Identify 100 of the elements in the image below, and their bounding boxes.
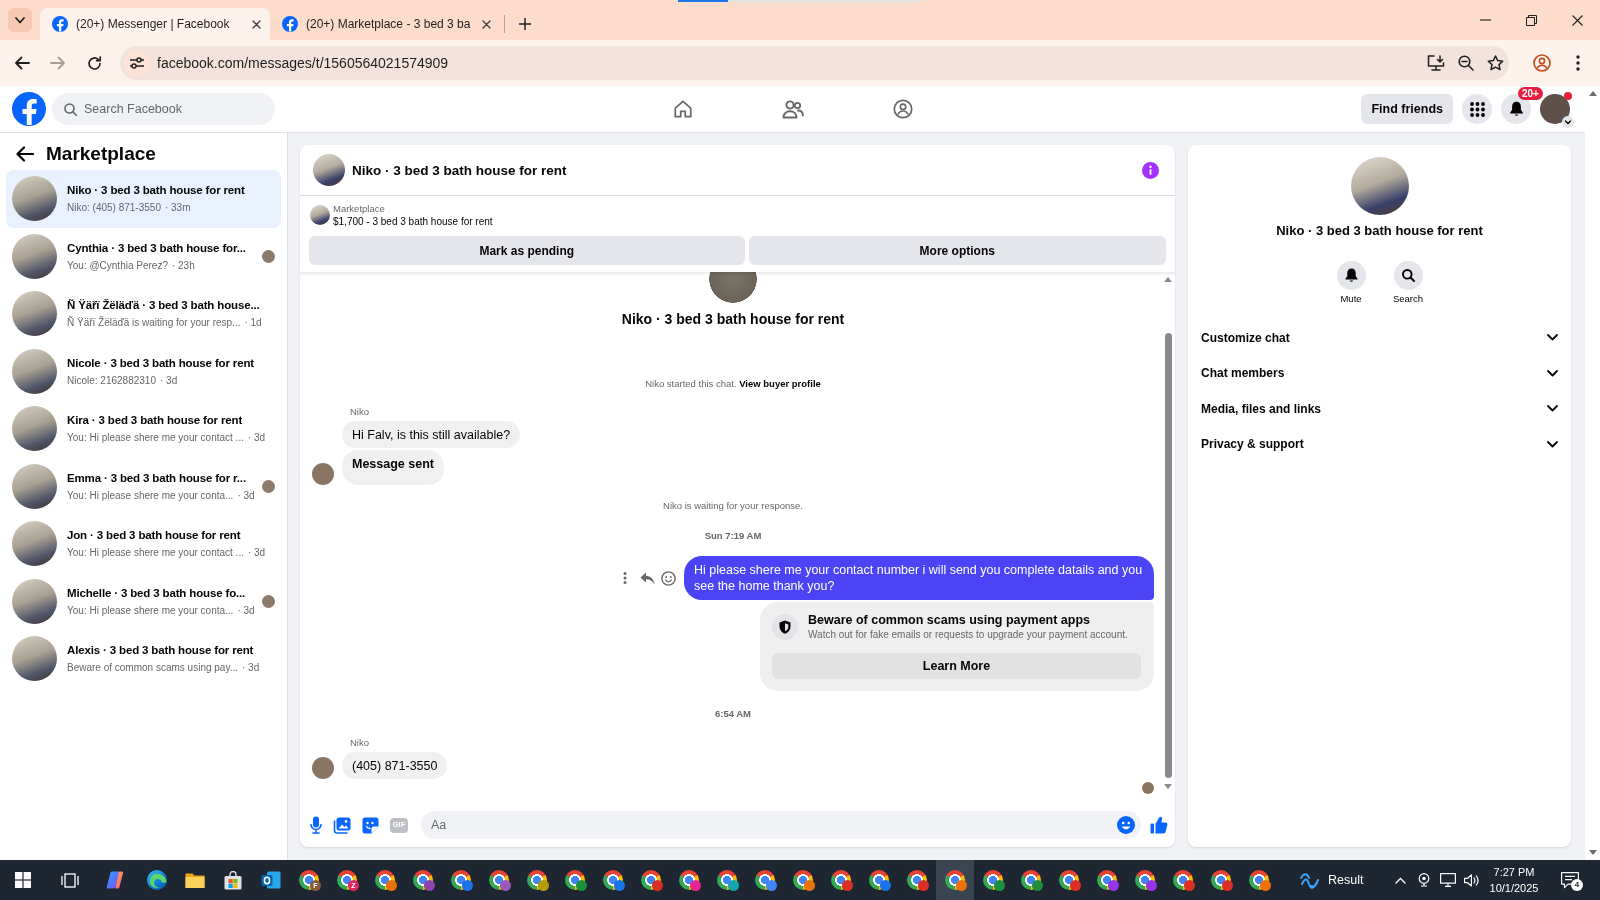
- message-preview: Nicole: 2162882310: [67, 373, 156, 387]
- menu-button[interactable]: [1462, 94, 1492, 124]
- scroll-up-icon[interactable]: [1588, 91, 1597, 96]
- restore-icon[interactable]: [1525, 14, 1537, 26]
- search-field[interactable]: Search Facebook: [52, 93, 275, 125]
- back-arrow-icon[interactable]: [16, 145, 34, 162]
- scroll-up-icon[interactable]: [1164, 277, 1172, 282]
- chevron-down-icon: [15, 16, 25, 24]
- bookmark-star-icon[interactable]: [1487, 55, 1504, 71]
- zoom-out-icon[interactable]: [1458, 55, 1474, 71]
- facebook-logo-icon: [282, 16, 298, 32]
- store-bag-icon[interactable]: [224, 870, 242, 890]
- message-time: · 3d: [247, 546, 266, 560]
- speaker-icon[interactable]: [1464, 873, 1480, 887]
- more-options-icon[interactable]: [623, 572, 627, 584]
- webcam-icon[interactable]: [1418, 873, 1430, 887]
- message-preview: You: Hi please shere me your contact ...: [67, 546, 244, 560]
- address-bar[interactable]: facebook.com/messages/t/1560564021574909: [120, 46, 1509, 80]
- conversation-item[interactable]: Niko · 3 bed 3 bath house for rent Niko: (405) 871-3550 · 33m: [6, 170, 281, 228]
- message-timestamp: Sun 7:19 AM: [704, 530, 762, 542]
- message-input[interactable]: Aa: [421, 811, 1141, 839]
- learn-more-button[interactable]: Learn More: [772, 653, 1141, 679]
- site-info-button[interactable]: [124, 50, 150, 76]
- listing-action-button[interactable]: Mark as pending: [309, 236, 745, 265]
- conversation-item[interactable]: Ñ Ÿäřï Žëläďä · 3 bed 3 bath house... Ñ Ÿäřï Žëläďä is waiting for your resp... · 1d: [6, 285, 281, 343]
- profile-link[interactable]: View buyer profile: [739, 378, 821, 389]
- conversation-item[interactable]: Nicole · 3 bed 3 bath house for rent Nicole: 2162882310 · 3d: [6, 342, 281, 400]
- conversation-title: Kira · 3 bed 3 bath house for rent: [67, 413, 244, 429]
- system-notice: Niko started this chat. View buyer profile: [645, 377, 821, 391]
- wave-icon[interactable]: [1300, 870, 1320, 890]
- chevron-down-icon[interactable]: [1562, 116, 1574, 128]
- search-icon: [1393, 261, 1423, 290]
- facebook-logo-icon[interactable]: [12, 92, 46, 126]
- conversation-title: Cynthia · 3 bed 3 bath house for...: [67, 240, 247, 256]
- minimize-icon[interactable]: [1479, 19, 1491, 21]
- listing-photo: [12, 578, 57, 624]
- section-toggle[interactable]: Privacy & support: [1201, 426, 1558, 462]
- emoji-icon[interactable]: [1117, 816, 1135, 834]
- chevron-up-icon[interactable]: [1394, 876, 1406, 884]
- facebook-logo-icon: [52, 16, 68, 32]
- clock-time[interactable]: 7:27 PM: [1493, 864, 1535, 880]
- edge-browser-icon[interactable]: [147, 870, 167, 890]
- close-icon[interactable]: [482, 19, 491, 29]
- find-friends-button[interactable]: Find friends: [1361, 94, 1453, 124]
- section-toggle[interactable]: Media, files and links: [1201, 391, 1558, 427]
- folder-icon[interactable]: [185, 871, 205, 889]
- mail-app-icon[interactable]: [261, 871, 281, 889]
- tab-search-button[interactable]: [8, 8, 32, 32]
- friends-icon[interactable]: [781, 99, 804, 119]
- person-circle-icon[interactable]: [892, 99, 913, 119]
- message-bubble: (405) 871-3550: [342, 752, 448, 779]
- listing-action-button[interactable]: More options: [748, 236, 1166, 265]
- section-toggle[interactable]: Chat members: [1201, 355, 1558, 391]
- details-title: Niko · 3 bed 3 bath house for rent: [1276, 223, 1483, 239]
- conversation-title: Ñ Ÿäřï Žëläďä · 3 bed 3 bath house...: [67, 298, 261, 314]
- browser-tab[interactable]: (20+) Marketplace - 3 bed 3 ba: [270, 8, 500, 40]
- conversation-item[interactable]: Kira · 3 bed 3 bath house for rent You: Hi please shere me your contact ... · 3d: [6, 400, 281, 458]
- sticker-icon[interactable]: [362, 816, 379, 834]
- microphone-icon[interactable]: [310, 816, 322, 834]
- windows-start-icon[interactable]: [15, 872, 31, 888]
- notifications-icon[interactable]: [1561, 871, 1579, 889]
- network-icon[interactable]: [1440, 873, 1456, 887]
- section-toggle[interactable]: Customize chat: [1201, 320, 1558, 356]
- search-button[interactable]: Search: [1384, 261, 1432, 305]
- message-preview: Ñ Ÿäřï Žëläďä is waiting for your resp...: [67, 316, 241, 330]
- thumbs-up-icon[interactable]: [1150, 816, 1168, 834]
- reply-icon[interactable]: [640, 571, 655, 585]
- conversation-item[interactable]: Emma · 3 bed 3 bath house for r... You: Hi please shere me your conta... · 3d: [6, 457, 281, 515]
- scroll-down-icon[interactable]: [1164, 784, 1172, 789]
- image-icon[interactable]: [333, 816, 351, 834]
- info-icon[interactable]: [1142, 161, 1159, 179]
- install-app-icon[interactable]: [1427, 55, 1445, 71]
- mute-button[interactable]: Mute: [1327, 261, 1375, 305]
- task-view-icon[interactable]: [61, 872, 79, 888]
- browser-window-button[interactable]: [936, 860, 974, 900]
- copilot-icon[interactable]: [106, 871, 126, 889]
- message-bubble: Hi please shere me your contact number i will send you complete datails and you see the home thank you?: [684, 556, 1154, 600]
- profile-icon[interactable]: [1533, 54, 1551, 72]
- scroll-down-icon[interactable]: [1588, 850, 1597, 855]
- more-menu-icon[interactable]: [1576, 55, 1580, 71]
- reload-icon[interactable]: [86, 55, 102, 71]
- scrollbar-thumb[interactable]: [1164, 333, 1172, 778]
- sidebar-title: Marketplace: [46, 141, 156, 166]
- message-bubble: Hi Falv, is this still available?: [342, 421, 521, 448]
- home-icon[interactable]: [672, 99, 693, 119]
- back-arrow-icon[interactable]: [14, 56, 30, 70]
- close-icon[interactable]: [1571, 14, 1583, 26]
- conversation-item[interactable]: Jon · 3 bed 3 bath house for rent You: Hi please shere me your contact ... · 3d: [6, 515, 281, 573]
- close-icon[interactable]: [252, 19, 261, 29]
- account-avatar[interactable]: [1540, 94, 1570, 124]
- clock-date[interactable]: 10/1/2025: [1489, 880, 1539, 896]
- browser-tab[interactable]: (20+) Messenger | Facebook: [40, 8, 270, 40]
- conversation-title: Emma · 3 bed 3 bath house for r...: [67, 470, 247, 486]
- conversation-item[interactable]: Cynthia · 3 bed 3 bath house for... You: @Cynthia Perez? · 23h: [6, 227, 281, 285]
- emoji-icon[interactable]: [661, 570, 676, 586]
- message-time: · 3d: [159, 373, 178, 387]
- conversation-item[interactable]: Alexis · 3 bed 3 bath house for rent Beware of common scams using pay... · 3d: [6, 630, 281, 688]
- conversation-item[interactable]: Michelle · 3 bed 3 bath house fo... You: Hi please shere me your conta... · 3d: [6, 572, 281, 630]
- widget-label[interactable]: Result: [1328, 873, 1364, 887]
- listing-photo: [12, 176, 57, 222]
